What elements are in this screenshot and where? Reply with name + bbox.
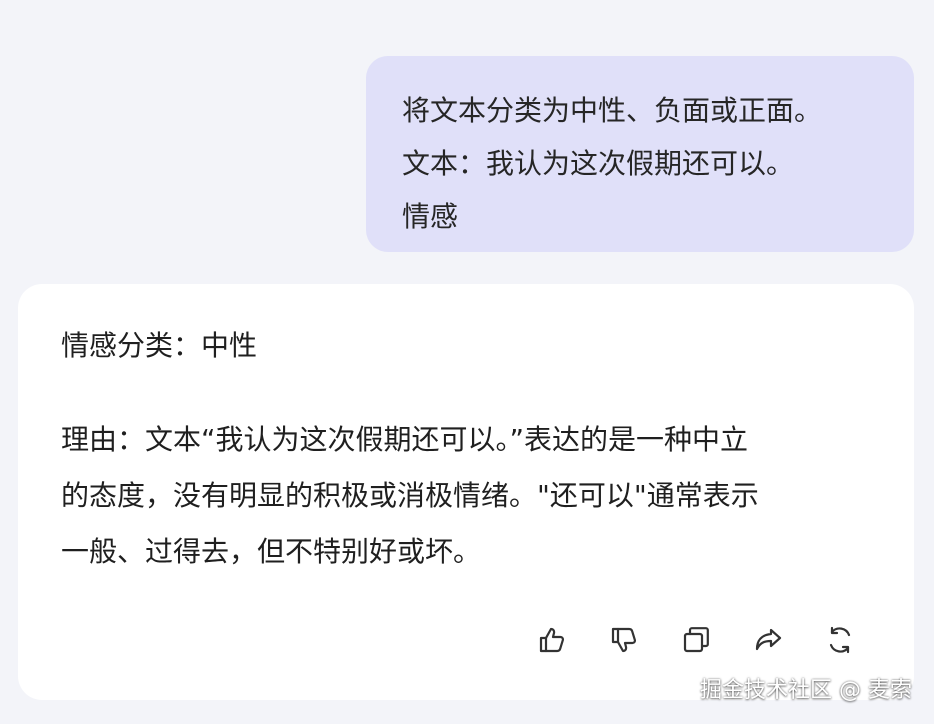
share-icon <box>755 628 782 651</box>
copy-button[interactable] <box>674 618 718 662</box>
watermark: 掘金技术社区 @ 麦索 <box>700 678 912 703</box>
thumbs-down-icon <box>611 627 637 653</box>
classification-reason: 理由：文本“我认为这次假期还可以。”表达的是一种中立 的态度，没有明显的积极或消… <box>61 412 871 580</box>
like-button[interactable] <box>530 618 574 662</box>
thumbs-up-icon <box>539 627 565 653</box>
user-message-line: 情感 <box>402 200 459 233</box>
user-message-line: 文本：我认为这次假期还可以。 <box>402 147 795 180</box>
reason-line: 一般、过得去，但不特别好或坏。 <box>61 535 482 568</box>
refresh-icon <box>829 626 851 654</box>
assistant-message-card: 情感分类：中性 理由：文本“我认为这次假期还可以。”表达的是一种中立 的态度，没… <box>18 284 914 700</box>
copy-icon <box>683 627 709 653</box>
user-message-line: 将文本分类为中性、负面或正面。 <box>402 94 823 127</box>
regenerate-button[interactable] <box>818 618 862 662</box>
share-button[interactable] <box>746 618 790 662</box>
reason-line: 理由：文本“我认为这次假期还可以。”表达的是一种中立 <box>61 423 749 456</box>
message-action-toolbar <box>530 618 862 662</box>
dislike-button[interactable] <box>602 618 646 662</box>
user-message-bubble: 将文本分类为中性、负面或正面。 文本：我认为这次假期还可以。 情感 <box>366 56 914 252</box>
reason-line: 的态度，没有明显的积极或消极情绪。"还可以"通常表示 <box>61 479 759 512</box>
sentiment-classification: 情感分类：中性 <box>61 329 258 362</box>
